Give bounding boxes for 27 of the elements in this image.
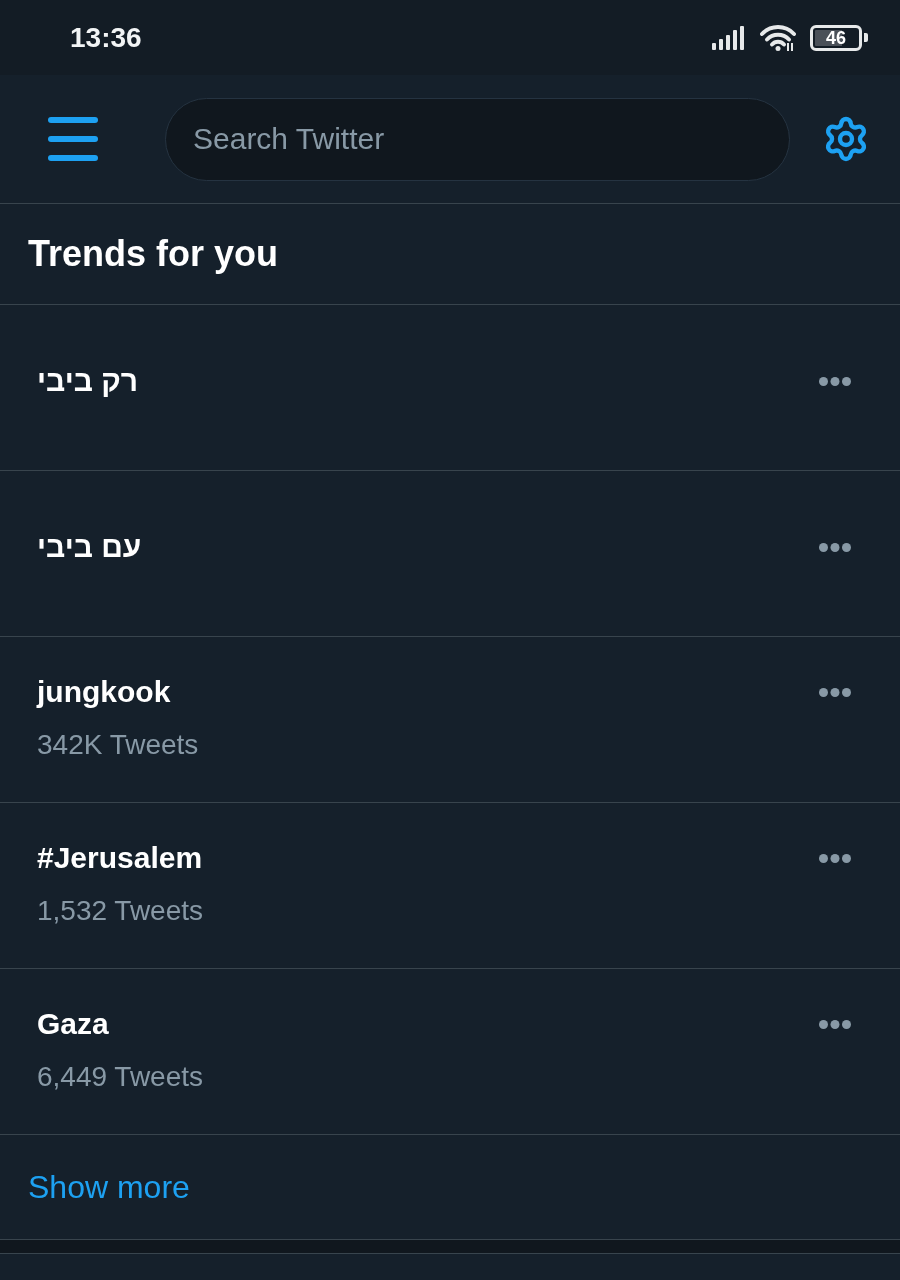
wifi-icon xyxy=(760,24,796,51)
status-time: 13:36 xyxy=(70,23,142,52)
show-more-link[interactable]: Show more xyxy=(28,1171,190,1203)
trend-title[interactable]: jungkook xyxy=(37,672,171,712)
battery-percentage: 46 xyxy=(826,28,846,47)
menu-icon xyxy=(48,117,98,161)
trend-title[interactable]: Gaza xyxy=(37,1004,109,1044)
trend-title[interactable]: רק ביבי xyxy=(37,361,139,401)
more-options-button[interactable] xyxy=(819,376,851,386)
trend-title[interactable]: עם ביבי xyxy=(37,527,142,567)
more-icon xyxy=(819,853,851,863)
menu-button[interactable] xyxy=(48,116,98,162)
more-icon xyxy=(819,376,851,386)
more-options-button[interactable] xyxy=(819,687,851,697)
tweet-count: 6,449 Tweets xyxy=(37,1061,204,1092)
more-options-button[interactable] xyxy=(819,1019,851,1029)
more-icon xyxy=(819,542,851,552)
more-options-button[interactable] xyxy=(819,853,851,863)
signal-icon xyxy=(712,25,746,50)
tweet-count: 342K Tweets xyxy=(37,729,199,760)
more-icon xyxy=(819,1019,851,1029)
tweet-count: 1,532 Tweets xyxy=(37,895,204,926)
trend-title[interactable]: #Jerusalem xyxy=(37,838,203,878)
more-options-button[interactable] xyxy=(819,542,851,552)
section-title: Trends for you xyxy=(28,236,279,272)
more-icon xyxy=(819,687,851,697)
search-field[interactable]: Search Twitter xyxy=(165,97,790,181)
